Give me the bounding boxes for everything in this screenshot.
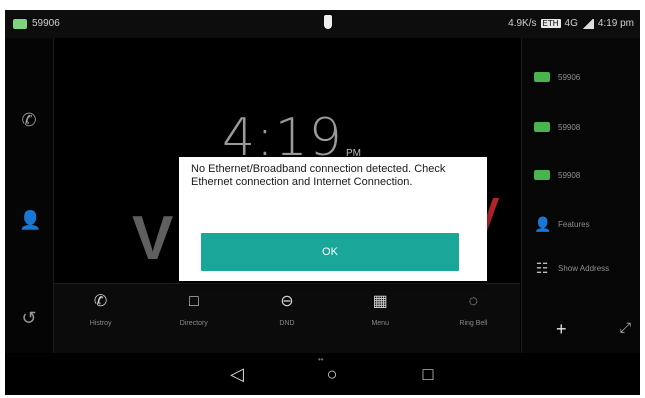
left-sidebar: ✆ 👤 ↺ [5,38,54,353]
expand-icon[interactable]: ⤢ [620,319,631,336]
features-label: Features [558,220,590,229]
bottom-action-bar: ✆ Histroy □ Directory ⊖ DND ▦ Menu ◌ Rin… [54,283,520,354]
call-forward-icon[interactable]: ↺ [19,308,39,328]
add-icon[interactable]: + [556,319,567,340]
recents-icon[interactable]: □ [415,361,441,387]
dialog-message: No Ethernet/Broadband connection detecte… [191,163,446,188]
do-not-disturb-icon: ⊖ [280,293,294,310]
directory-button[interactable]: □ Directory [147,284,240,354]
right-bar-actions: + ⤢ [522,313,640,353]
line-label-1: 59906 [558,72,581,82]
ok-button[interactable]: OK [201,233,459,271]
ring-bell-button[interactable]: ◌ Ring Bell [427,284,520,354]
status-left: 59906 [13,18,60,29]
contact-icon[interactable]: 👤 [19,210,41,230]
person-icon: 👤 [534,216,552,232]
directory-label: Directory [179,320,208,327]
bell-icon: ◌ [468,293,479,310]
line-label-2: 59908 [558,122,581,132]
data-rate-text: 4.9K/s [508,18,537,29]
line-phone-icon [534,72,550,82]
right-sidebar: 59906 59908 59908 👤 Features ☷ Show Addr… [521,38,640,353]
ethernet-badge: ETH [540,19,561,28]
back-icon[interactable]: ◁ [224,361,250,387]
ring-bell-label: Ring Bell [459,320,488,327]
features-item[interactable]: 👤 Features [534,216,590,233]
network-icon: ☷ [535,260,549,276]
line-phone-icon [534,122,550,132]
line-item-3[interactable]: 59908 [534,170,580,180]
home-icon[interactable]: ○ [319,361,345,387]
menu-button[interactable]: ▦ Menu [334,284,427,354]
book-icon: □ [188,293,199,310]
status-bar: 59906 4.9K/s ETH 4G 4:19 pm [5,10,640,38]
navigation-bar: •• ◁ ○ □ [5,353,640,395]
line-status-icon [13,18,27,29]
wallpaper-logo-letter: V [132,204,174,273]
usb-icon [323,15,333,31]
android-screen: 59906 4.9K/s ETH 4G 4:19 pm ✆ 👤 ↺ 4:19 P… [5,10,640,395]
dnd-label: DND [279,320,295,327]
phone-icon[interactable]: ✆ [19,110,39,130]
network-type-label: 4G [564,18,578,29]
line-label-3: 59908 [558,170,581,180]
line-item-2[interactable]: 59908 [534,122,580,132]
grid-icon: ▦ [372,293,388,310]
status-right: 4.9K/s ETH 4G 4:19 pm [508,18,634,29]
signal-icon [581,18,594,29]
status-extension-label: 59906 [32,18,60,29]
show-address-item[interactable]: ☷ Show Address [534,260,609,277]
line-phone-icon [534,170,550,180]
phone-icon: ✆ [93,293,108,310]
line-item-1[interactable]: 59906 [534,72,580,82]
status-time: 4:19 pm [597,18,634,29]
show-address-label: Show Address [558,264,610,273]
dnd-button[interactable]: ⊖ DND [240,284,333,354]
menu-label: Menu [371,320,389,327]
connection-alert-dialog: No Ethernet/Broadband connection detecte… [179,157,487,281]
history-label: Histroy [89,320,112,327]
history-button[interactable]: ✆ Histroy [54,284,147,354]
